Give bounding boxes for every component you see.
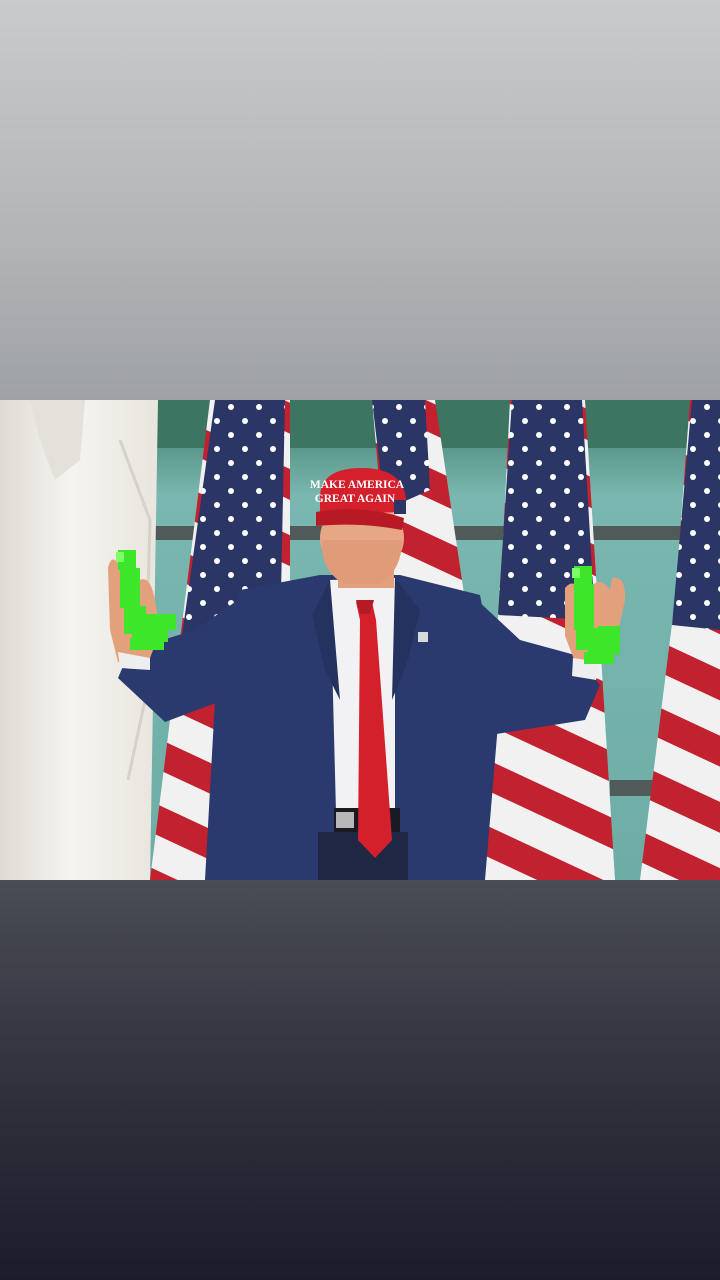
hat-line-1: MAKE AMERICA xyxy=(310,479,405,491)
photo: MAKE AMERICA GREAT AGAIN xyxy=(0,400,720,880)
hat-line-2: GREAT AGAIN xyxy=(315,493,396,505)
story-top-background xyxy=(0,0,720,400)
story-bottom-background xyxy=(0,880,720,1280)
